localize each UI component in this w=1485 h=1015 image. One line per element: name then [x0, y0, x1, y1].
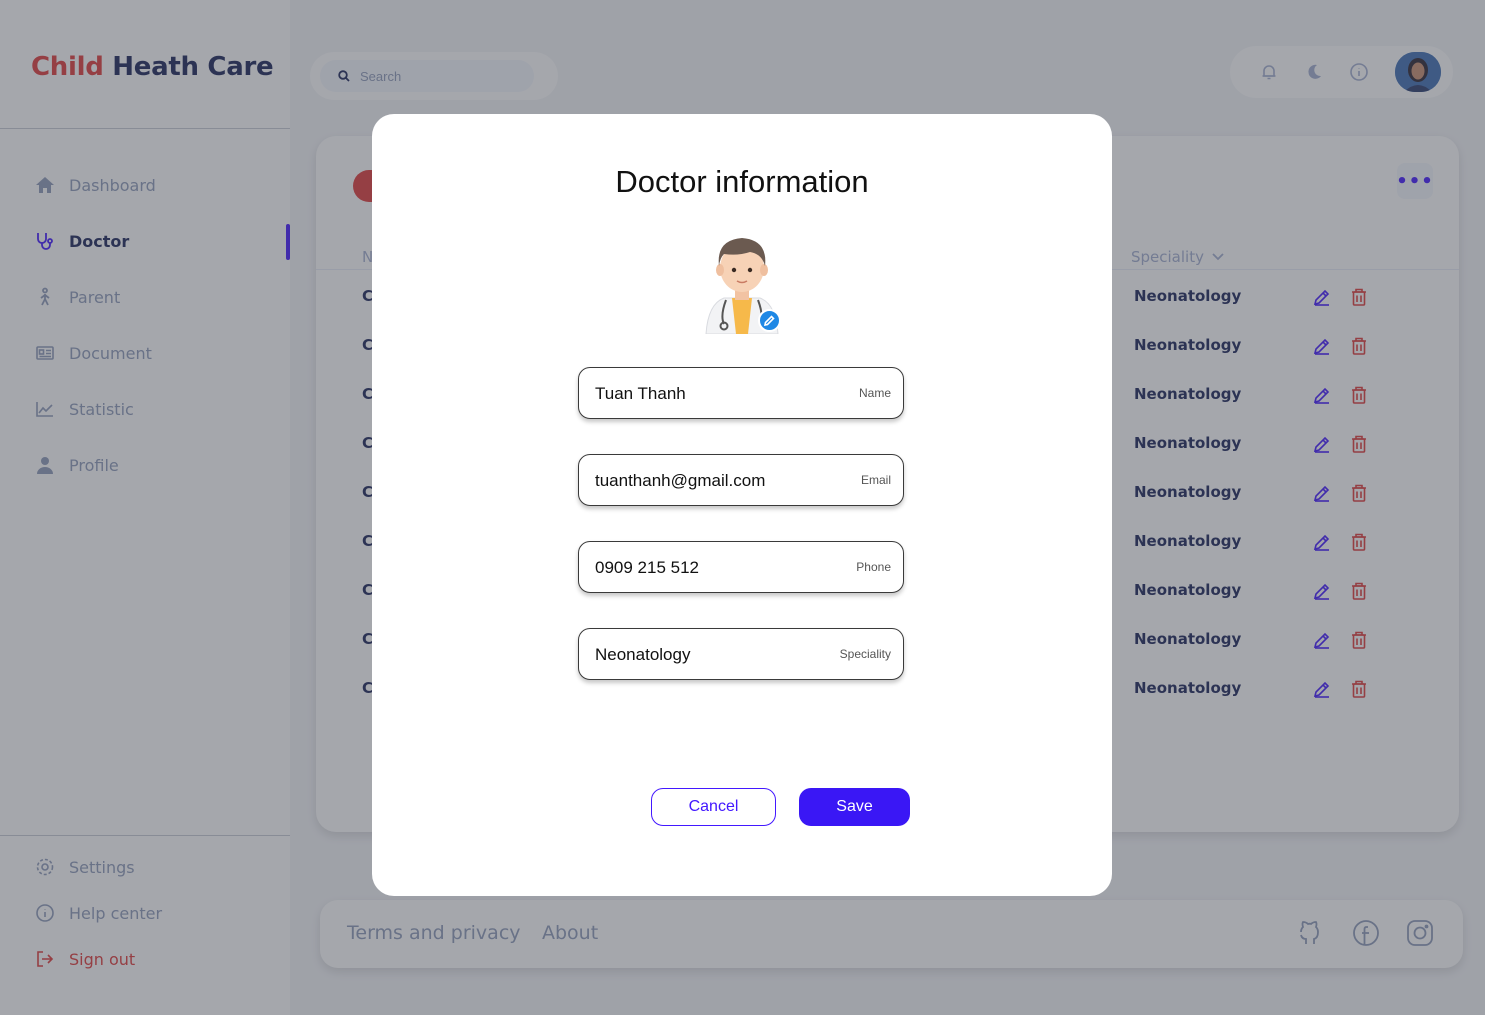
- speciality-field-label: Speciality: [839, 647, 891, 661]
- phone-field: Phone: [578, 541, 904, 593]
- doctor-info-modal: Doctor information Tuan Thanh Name tuant…: [372, 114, 1112, 896]
- email-field-label: Email: [860, 473, 891, 487]
- edit-avatar-icon[interactable]: [758, 309, 781, 332]
- modal-title: Doctor information: [615, 164, 869, 199]
- cancel-button[interactable]: Cancel: [651, 788, 776, 826]
- name-field: Name: [578, 367, 904, 419]
- name-input[interactable]: [595, 381, 825, 407]
- phone-input[interactable]: [595, 555, 825, 581]
- speciality-field: Speciality: [578, 628, 904, 680]
- email-input[interactable]: [595, 468, 825, 494]
- name-field-label: Name: [858, 386, 891, 400]
- email-field: Email: [578, 454, 904, 506]
- speciality-input[interactable]: [595, 642, 825, 668]
- phone-field-label: Phone: [856, 560, 891, 574]
- save-button[interactable]: Save: [799, 788, 910, 826]
